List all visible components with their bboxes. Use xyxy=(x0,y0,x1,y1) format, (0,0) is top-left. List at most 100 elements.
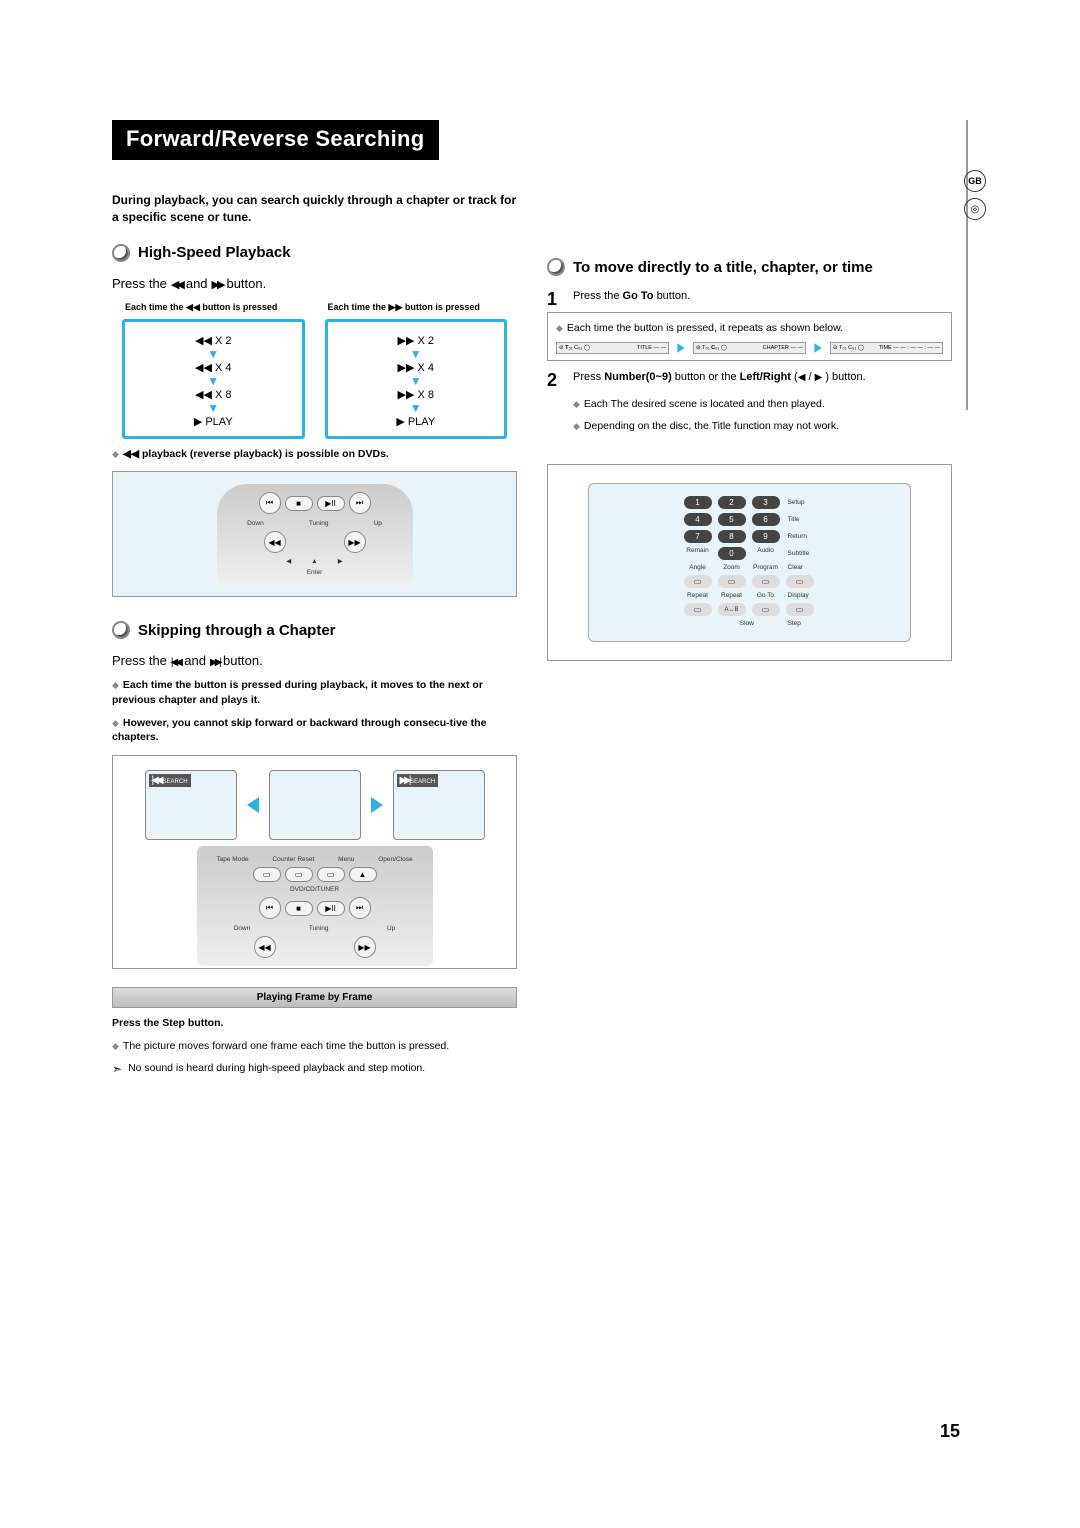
bullet-icon xyxy=(112,244,130,262)
key-2: 2 xyxy=(718,496,746,509)
section-title: High-Speed Playback xyxy=(138,244,291,261)
stop-button: ■ xyxy=(285,901,313,916)
key: ▭ xyxy=(786,575,814,588)
skip-fwd-icon xyxy=(400,775,409,786)
label: SEARCH xyxy=(410,779,435,785)
text: Press the xyxy=(112,653,167,668)
press-instruction: Press the and button. xyxy=(112,276,517,291)
skip-back-button: ⏮ xyxy=(259,492,281,514)
key: ▭ xyxy=(684,575,712,588)
label: Repeat xyxy=(718,592,746,599)
note-text: Depending on the disc, the Title functio… xyxy=(584,420,839,432)
speed-table: Each time the ◀◀ button is pressed ◀◀ X … xyxy=(112,301,517,439)
text: Press the xyxy=(112,276,167,291)
key: ▭ xyxy=(752,603,780,616)
t: button or the xyxy=(672,371,740,383)
intro-text: During playback, you can search quickly … xyxy=(112,192,517,226)
step-text: Press Number(0~9) button or the Left/Rig… xyxy=(573,371,866,383)
text: button. xyxy=(226,276,266,291)
bullet-icon xyxy=(112,621,130,639)
t: Left/Right xyxy=(740,371,791,383)
section-goto: To move directly to a title, chapter, or… xyxy=(547,258,952,276)
page-number: 15 xyxy=(940,1421,960,1442)
right-column: To move directly to a title, chapter, or… xyxy=(547,192,952,1082)
section-title: To move directly to a title, chapter, or… xyxy=(573,259,873,276)
frame-bar: Playing Frame by Frame xyxy=(112,987,517,1008)
label: Down xyxy=(234,925,251,932)
down-arrow-icon: ▼ xyxy=(332,401,501,415)
label: Angle xyxy=(684,564,712,571)
label: Open/Close xyxy=(378,856,412,863)
label: Tuning xyxy=(309,925,329,932)
note: Each The desired scene is located and th… xyxy=(573,397,952,412)
arrow-right-icon xyxy=(814,343,821,353)
label: Tape Mode xyxy=(216,856,248,863)
t: Go To xyxy=(623,290,654,302)
goto-panel: Each time the button is pressed, it repe… xyxy=(547,312,952,361)
disc-icon: ◎ xyxy=(964,198,986,220)
speed-item: ◀◀ X 2 xyxy=(129,334,298,347)
margin-rule xyxy=(966,120,968,410)
ff-button: ▶▶ xyxy=(344,531,366,553)
down-arrow-icon: ▼ xyxy=(332,374,501,388)
t: Number(0~9) xyxy=(604,371,672,383)
label: Zoom xyxy=(718,564,746,571)
t: Press the xyxy=(573,290,619,302)
speed-item: ▶ PLAY xyxy=(332,415,501,428)
speed-col-right: Each time the ▶▶ button is pressed ▶▶ X … xyxy=(325,319,508,439)
side-tab: GB ◎ xyxy=(964,170,988,220)
skip-back-icon xyxy=(171,653,180,668)
label: Up xyxy=(387,925,395,932)
speed-item: ◀◀ X 8 xyxy=(129,388,298,401)
down-arrow-icon: ▼ xyxy=(332,347,501,361)
note-text: The picture moves forward one frame each… xyxy=(123,1040,449,1052)
label: Repeat xyxy=(684,592,712,599)
rewind-button: ◀◀ xyxy=(254,936,276,958)
screen-right: SEARCH xyxy=(393,770,485,840)
dvd-label: DVD/CD/TUNER xyxy=(290,886,339,893)
reset-button: ▭ xyxy=(285,867,313,882)
open-button: ▲ xyxy=(349,867,377,882)
label: Display xyxy=(786,592,816,599)
label: Slow xyxy=(733,620,761,627)
press-instruction: Press the and button. xyxy=(112,653,517,668)
speed-item: ▶▶ X 8 xyxy=(332,388,501,401)
diamond-icon xyxy=(112,717,123,729)
arrow-left-icon xyxy=(247,797,259,813)
bullet-icon xyxy=(547,258,565,276)
note-icon: ➣ xyxy=(112,1061,122,1078)
label: Down xyxy=(247,520,264,527)
key-7: 7 xyxy=(684,530,712,543)
screen-left: SEARCH xyxy=(145,770,237,840)
label: Subtitle xyxy=(786,550,816,557)
remote-figure-1: ⏮ ■ ▶II ⏭ Down Tuning Up ◀◀ xyxy=(112,471,517,597)
down-arrow-icon: ▼ xyxy=(129,347,298,361)
t: Press xyxy=(573,371,604,383)
section-skipping: Skipping through a Chapter xyxy=(112,621,517,639)
key: ▭ xyxy=(752,575,780,588)
remote-mock: Tape Mode Counter Reset Menu Open/Close … xyxy=(197,846,433,966)
note-text: Each time the button is pressed, it repe… xyxy=(567,322,843,334)
menu-button: ▭ xyxy=(317,867,345,882)
key-3: 3 xyxy=(752,496,780,509)
key-1: 1 xyxy=(684,496,712,509)
goto-title-bar: ⊘ T₀₁ C₀₁ ◯TITLE — — xyxy=(556,342,669,354)
down-arrow-icon: ▼ xyxy=(129,374,298,388)
key-4: 4 xyxy=(684,513,712,526)
arrow-right-icon xyxy=(371,797,383,813)
skip-fwd-button: ⏭ xyxy=(349,897,371,919)
arrow-right-icon xyxy=(677,343,684,353)
speed-col-left: Each time the ◀◀ button is pressed ◀◀ X … xyxy=(122,319,305,439)
play-pause-button: ▶II xyxy=(317,901,345,916)
key-0: 0 xyxy=(718,547,746,560)
page-title: Forward/Reverse Searching xyxy=(112,120,439,160)
speed-item: ▶▶ X 2 xyxy=(332,334,501,347)
language-badge: GB xyxy=(964,170,986,192)
diamond-icon xyxy=(573,420,584,432)
fastforward-icon xyxy=(212,276,223,291)
key-6: 6 xyxy=(752,513,780,526)
label: Menu xyxy=(338,856,354,863)
label: Up xyxy=(374,520,382,527)
goto-time-bar: ⊘ T₀₁ C₀₁ ◯TIME — — : — — : — — xyxy=(830,342,943,354)
left-column: During playback, you can search quickly … xyxy=(112,192,517,1082)
